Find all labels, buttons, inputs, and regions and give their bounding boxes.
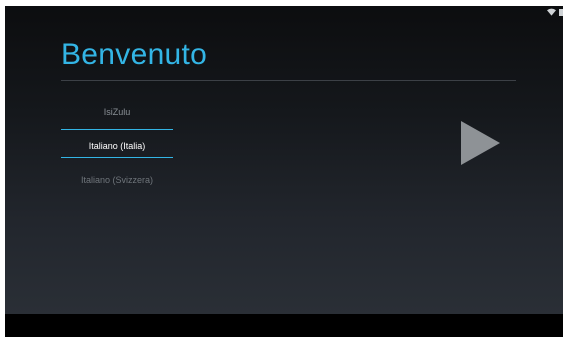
selection-divider-top — [61, 129, 173, 130]
wifi-icon — [547, 8, 556, 16]
title-divider — [61, 80, 516, 81]
status-bar — [547, 6, 563, 18]
language-option-next[interactable]: Italiano (Svizzera) — [61, 175, 173, 185]
battery-icon — [559, 8, 563, 16]
device-frame: Benvenuto IsiZulu Italiano (Italia) Ital… — [0, 0, 567, 337]
language-option-previous[interactable]: IsiZulu — [61, 107, 173, 117]
start-button[interactable] — [450, 117, 502, 169]
welcome-title: Benvenuto — [61, 38, 208, 71]
play-arrow-icon — [461, 121, 500, 165]
language-option-selected[interactable]: Italiano (Italia) — [61, 141, 173, 151]
navigation-bar — [5, 314, 563, 337]
welcome-screen: Benvenuto IsiZulu Italiano (Italia) Ital… — [5, 6, 563, 314]
selection-divider-bottom — [61, 157, 173, 158]
